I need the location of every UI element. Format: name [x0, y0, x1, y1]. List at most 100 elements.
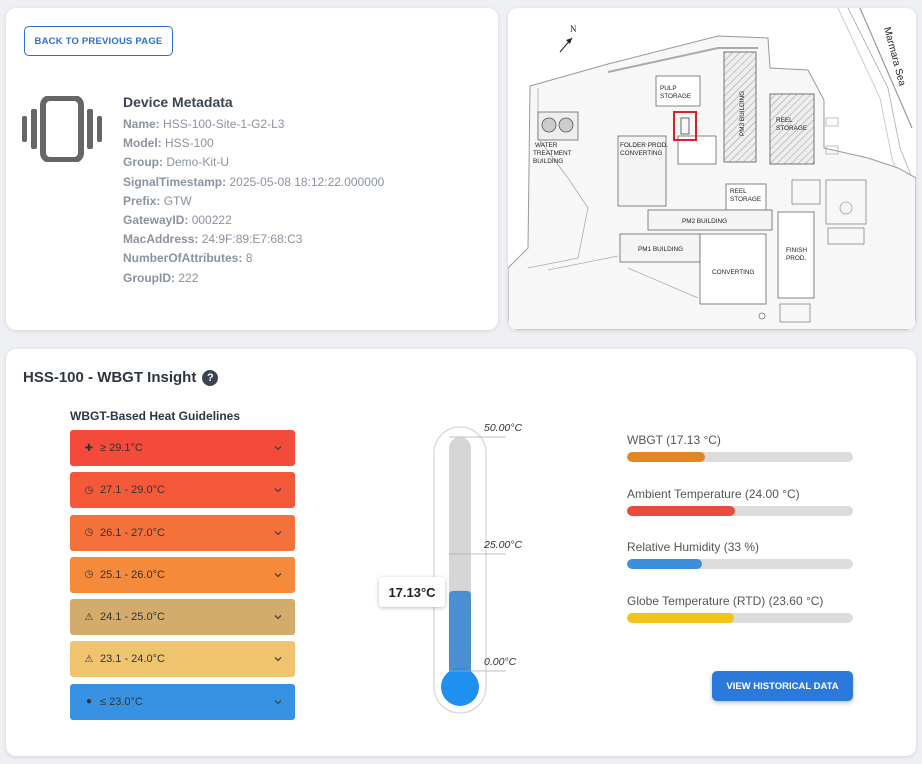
- help-icon[interactable]: ?: [202, 369, 219, 386]
- warning-icon: ⚠: [84, 611, 94, 623]
- guideline-label: 23.1 - 24.0°C: [100, 653, 165, 666]
- map-label-pm2: PM2 BUILDING: [682, 218, 727, 225]
- chevron-down-icon[interactable]: [273, 528, 283, 538]
- clock-icon: ◷: [84, 527, 94, 539]
- chevron-down-icon[interactable]: [273, 570, 283, 580]
- warning-icon: ⚠: [84, 653, 94, 665]
- metadata-row: Name: HSS-100-Site-1-G2-L3: [123, 115, 384, 134]
- map-label-pm1: PM1 BUILDING: [638, 246, 683, 253]
- wbgt-insight-card: HSS-100 - WBGT Insight ? WBGT-Based Heat…: [6, 349, 916, 756]
- chevron-down-icon[interactable]: [273, 612, 283, 622]
- guideline-label: ≤ 23.0°C: [100, 695, 143, 708]
- vibrating-phone-icon: [22, 96, 102, 162]
- map-label-finish-prod: PROD.: [786, 255, 806, 262]
- guideline-label: 26.1 - 27.0°C: [100, 526, 165, 539]
- metric-item: Globe Temperature (RTD) (23.60 °C): [627, 594, 853, 623]
- metric-bar: [627, 612, 853, 623]
- map-label-reel1-storage: STORAGE: [776, 125, 807, 132]
- droplet-icon: ●: [85, 696, 93, 708]
- metadata-key: Group:: [123, 155, 163, 170]
- metadata-row: GroupID: 222: [123, 269, 384, 288]
- guidelines-title: WBGT-Based Heat Guidelines: [70, 409, 241, 423]
- thermometer-max-label: 50.00°C: [484, 422, 523, 434]
- metadata-value: 8: [245, 251, 253, 266]
- map-label-finish: FINISH: [786, 247, 807, 254]
- metadata-key: MacAddress:: [123, 232, 199, 247]
- metadata-key: SignalTimestamp:: [123, 174, 227, 189]
- map-north-label: N: [570, 24, 577, 34]
- thermometer-bulb: [441, 668, 479, 706]
- guideline-item[interactable]: ⚠ 24.1 - 25.0°C: [70, 599, 295, 636]
- metadata-key: GroupID:: [123, 270, 175, 285]
- clock-icon: ◷: [84, 569, 94, 581]
- chevron-down-icon[interactable]: [273, 697, 283, 707]
- guideline-label: 27.1 - 29.0°C: [100, 484, 165, 497]
- map-label-pulp-storage: STORAGE: [660, 93, 691, 100]
- metadata-title: Device Metadata: [123, 94, 233, 110]
- guideline-item[interactable]: ◷ 26.1 - 27.0°C: [70, 514, 295, 551]
- map-label-reel2-storage: STORAGE: [730, 196, 761, 203]
- guideline-item[interactable]: ⚠ 23.1 - 24.0°C: [70, 641, 295, 678]
- device-metadata-card: BACK TO PREVIOUS PAGE Device Metadata Na…: [6, 8, 498, 330]
- map-label-pulp: PULP: [660, 85, 677, 92]
- guideline-label: 25.1 - 26.0°C: [100, 568, 165, 581]
- metadata-key: Prefix:: [123, 193, 161, 208]
- metadata-row: Prefix: GTW: [123, 192, 384, 211]
- guideline-label: ≥ 29.1°C: [100, 442, 143, 454]
- guideline-item[interactable]: ✚ ≥ 29.1°C: [70, 430, 295, 466]
- metric-bar-fill: [627, 505, 736, 516]
- metadata-key: Name:: [123, 117, 160, 131]
- metric-label: Relative Humidity (33 %): [627, 540, 760, 554]
- map-label-folder: FOLDER PROD.: [620, 142, 668, 149]
- map-label-folder-converting: CONVERTING: [620, 150, 663, 157]
- metadata-value: 000222: [191, 213, 232, 228]
- map-label-pm3: PM3 BUILDING: [739, 91, 746, 136]
- guideline-item[interactable]: ◷ 27.1 - 29.0°C: [70, 472, 295, 509]
- metadata-key: NumberOfAttributes:: [123, 251, 243, 266]
- metadata-value: 222: [178, 270, 199, 285]
- map-label-converting: CONVERTING: [712, 269, 755, 276]
- metadata-value: 2025-05-08 18:12:22.000000: [229, 174, 385, 189]
- metadata-value: HSS-100: [165, 136, 214, 151]
- guidelines-list: ✚ ≥ 29.1°C ◷ 27.1 - 29.0°C ◷ 26.1 - 27.0°C ◷ 25…: [70, 430, 295, 726]
- metadata-row: Model: HSS-100: [123, 134, 384, 153]
- metadata-value: GTW: [163, 193, 192, 208]
- site-map-card: WATER TREATMENT BUILDING PULP STORAGE PM…: [508, 8, 916, 330]
- chevron-down-icon[interactable]: [273, 485, 283, 495]
- metric-item: WBGT (17.13 °C): [627, 433, 853, 462]
- map-label-water-treatment: TREATMENT: [533, 150, 572, 157]
- thermometer-fill: [449, 590, 471, 679]
- back-to-previous-page-button[interactable]: BACK TO PREVIOUS PAGE: [24, 26, 173, 56]
- metric-item: Relative Humidity (33 %): [627, 540, 853, 569]
- thermometer-mid-label: 25.00°C: [484, 539, 523, 551]
- metadata-row: NumberOfAttributes: 8: [123, 249, 384, 268]
- temperature-readout: 17.13°C: [379, 577, 445, 607]
- metric-label: Ambient Temperature (24.00 °C): [627, 486, 800, 501]
- metric-label: WBGT (17.13 °C): [627, 433, 721, 447]
- insight-title-text: HSS-100 - WBGT Insight: [23, 369, 197, 386]
- thermometer-outline: [433, 426, 487, 714]
- map-label-water: WATER: [535, 142, 558, 149]
- clock-icon: ◷: [84, 484, 94, 496]
- metric-item: Ambient Temperature (24.00 °C): [627, 487, 853, 516]
- thermometer-min-label: 0.00°C: [484, 656, 517, 668]
- site-map: WATER TREATMENT BUILDING PULP STORAGE PM…: [508, 8, 916, 330]
- metric-bar-fill: [627, 612, 734, 623]
- chevron-down-icon[interactable]: [273, 654, 283, 664]
- metadata-list: Device Metadata Name: HSS-100-Site-1-G2-…: [123, 94, 384, 288]
- guideline-item[interactable]: ◷ 25.1 - 26.0°C: [70, 556, 295, 593]
- metadata-row: Group: Demo-Kit-U: [123, 153, 384, 172]
- map-label-reel2: REEL: [730, 188, 747, 195]
- metadata-row: GatewayID: 000222: [123, 211, 384, 230]
- thermometer-tube: [449, 437, 471, 677]
- view-historical-data-button[interactable]: VIEW HISTORICAL DATA: [712, 671, 853, 701]
- map-label-water-building: BUILDING: [533, 158, 563, 165]
- metadata-row: MacAddress: 24:9F:89:E7:68:C3: [123, 230, 384, 249]
- metadata-row: SignalTimestamp: 2025-05-08 18:12:22.000…: [123, 173, 384, 192]
- metric-label: Globe Temperature (RTD) (23.60 °C): [627, 593, 824, 608]
- guideline-item[interactable]: ● ≤ 23.0°C: [70, 683, 295, 720]
- metric-bar: [627, 452, 853, 462]
- chevron-down-icon[interactable]: [273, 443, 283, 453]
- insight-title: HSS-100 - WBGT Insight ?: [23, 369, 219, 386]
- metadata-value: HSS-100-Site-1-G2-L3: [163, 117, 285, 131]
